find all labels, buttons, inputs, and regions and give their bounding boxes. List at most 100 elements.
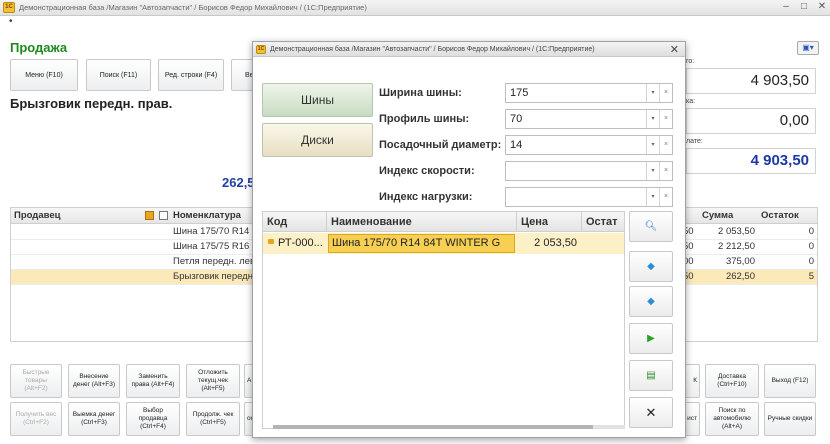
window-title: Демонстрационная база /Магазин "Автозапч… xyxy=(19,3,367,12)
col-stock[interactable]: Остат xyxy=(586,216,618,228)
row-stock: 0 xyxy=(808,226,814,237)
row-price: 2 053,50 xyxy=(534,237,577,249)
col-price[interactable]: Цена xyxy=(521,216,548,228)
rim-diameter-value: 14 xyxy=(510,139,523,151)
row-stock: 0 xyxy=(808,241,814,252)
row-name-cell[interactable]: Шина 175/70 R14 84T WINTER G xyxy=(328,234,515,253)
select-play-icon[interactable]: ▶ xyxy=(629,323,673,354)
dropdown-arrow-icon[interactable]: ▾ xyxy=(646,188,659,206)
page-title: Продажа xyxy=(10,40,68,55)
tire-width-label: Ширина шины: xyxy=(379,87,462,99)
move-down-icon[interactable]: ◆ xyxy=(629,286,673,317)
tire-results-table[interactable]: Код Наименование Цена Остат РТ-000... Ши… xyxy=(262,211,625,429)
row-code: РТ-000... xyxy=(278,237,323,249)
edit-row-button[interactable]: Ред. строки (F4) xyxy=(158,59,224,91)
delivery-button[interactable]: Доставка (Ctrl+F10) xyxy=(705,364,759,398)
scrollbar-thumb[interactable] xyxy=(273,425,593,429)
row-sum: 375,00 xyxy=(725,256,755,267)
load-index-field[interactable]: ▾ × xyxy=(505,187,673,207)
load-index-label: Индекс нагрузки: xyxy=(379,191,473,203)
manual-discounts-button[interactable]: Ручные скидки xyxy=(764,402,816,436)
clear-icon[interactable]: × xyxy=(659,188,672,206)
tire-width-value: 175 xyxy=(510,87,529,99)
speed-index-label: Индекс скорости: xyxy=(379,165,475,177)
tire-profile-field[interactable]: 70 ▾ × xyxy=(505,109,673,129)
discount-value: 0,00 xyxy=(686,108,816,134)
window-titlebar: 1С Демонстрационная база /Магазин "Автоз… xyxy=(0,0,830,16)
tire-profile-label: Профиль шины: xyxy=(379,113,470,125)
dropdown-arrow-icon[interactable]: ▾ xyxy=(646,136,659,154)
col-item[interactable]: Номенклатура xyxy=(173,210,241,221)
app-logo-icon: 1С xyxy=(3,2,15,13)
defer-check-button[interactable]: Отложить текущ.чек (Alt+F5) xyxy=(186,364,240,398)
dropdown-arrow-icon[interactable]: ▾ xyxy=(646,162,659,180)
get-weight-button[interactable]: Получить вес (Ctrl+F2) xyxy=(10,402,62,436)
maximize-icon[interactable]: □ xyxy=(798,1,810,13)
horizontal-scrollbar[interactable] xyxy=(273,425,625,429)
columns-icon xyxy=(159,211,168,220)
speed-index-field[interactable]: ▾ × xyxy=(505,161,673,181)
tire-width-field[interactable]: 175 ▾ × xyxy=(505,83,673,103)
search-button[interactable]: Поиск (F11) xyxy=(86,59,151,91)
row-name: Шина 175/70 R14 84T WINTER G xyxy=(332,237,501,249)
continue-check-button[interactable]: Продолж. чек (Ctrl+F5) xyxy=(186,402,240,436)
tires-category-button[interactable]: Шины xyxy=(262,83,373,117)
row-item: Петля передн. лев xyxy=(173,256,255,267)
search-by-car-button[interactable]: Поиск по автомобилю (Alt+A) xyxy=(705,402,759,436)
row-item: Шина 175/75 R16 1 xyxy=(173,241,258,252)
total-label: го: xyxy=(686,58,695,65)
search-icon[interactable]: 🔍︎ xyxy=(629,211,673,242)
rim-diameter-label: Посадочный диаметр: xyxy=(379,139,502,151)
dropdown-arrow-icon[interactable]: ▾ xyxy=(646,84,659,102)
clear-icon[interactable]: × xyxy=(659,84,672,102)
status-dot: • xyxy=(9,16,13,27)
menu-button[interactable]: Меню (F10) xyxy=(10,59,78,91)
dialog-title: Демонстрационная база /Магазин "Автозапч… xyxy=(270,45,595,53)
close-x-icon[interactable]: ✕ xyxy=(629,397,673,428)
current-product-name: Брызговик передн. прав. xyxy=(10,96,173,111)
col-seller[interactable]: Продавец xyxy=(14,210,60,221)
disks-category-button[interactable]: Диски xyxy=(262,123,373,157)
row-sum: 2 053,50 xyxy=(718,226,755,237)
col-name[interactable]: Наименование xyxy=(331,216,412,228)
clear-icon[interactable]: × xyxy=(659,136,672,154)
dropdown-arrow-icon[interactable]: ▾ xyxy=(646,110,659,128)
change-rights-button[interactable]: Заменить права (Alt+F4) xyxy=(126,364,180,398)
row-stock: 0 xyxy=(808,256,814,267)
row-sum: 262,50 xyxy=(725,271,755,282)
rim-diameter-field[interactable]: 14 ▾ × xyxy=(505,135,673,155)
current-product-price: 262,5 xyxy=(222,175,255,190)
cash-in-button[interactable]: Внесение денег (Alt+F3) xyxy=(68,364,120,398)
row-item: Шина 175/70 R14 8 xyxy=(173,226,258,237)
app-logo-icon: 1С xyxy=(256,44,266,54)
tire-selection-dialog[interactable]: 1С Демонстрационная база /Магазин "Автоз… xyxy=(252,41,686,438)
col-stock[interactable]: Остаток xyxy=(761,210,799,221)
discount-label: ка: xyxy=(686,98,696,105)
clear-icon[interactable]: × xyxy=(659,162,672,180)
table-row-selected[interactable]: РТ-000... Шина 175/70 R14 84T WINTER G 2… xyxy=(263,233,624,254)
col-code[interactable]: Код xyxy=(267,216,287,228)
move-up-icon[interactable]: ◆ xyxy=(629,251,673,282)
exit-button[interactable]: Выход (F12) xyxy=(764,364,816,398)
total-value: 4 903,50 xyxy=(686,68,816,94)
close-icon[interactable]: ✕ xyxy=(670,43,679,56)
row-pointer-icon xyxy=(268,239,274,244)
dialog-titlebar: 1С Демонстрационная база /Магазин "Автоз… xyxy=(253,42,685,57)
row-stock: 5 xyxy=(808,271,814,282)
clear-icon[interactable]: × xyxy=(659,110,672,128)
choose-seller-button[interactable]: Выбор продавца (Ctrl+F4) xyxy=(126,402,180,436)
cash-out-button[interactable]: Выемка денег (Ctrl+F3) xyxy=(68,402,120,436)
row-sum: 2 212,50 xyxy=(718,241,755,252)
printer-dropdown-icon[interactable]: ▣▾ xyxy=(797,41,819,55)
col-sum[interactable]: Сумма xyxy=(702,210,733,221)
quick-goods-button[interactable]: Быстрые товары (Alt+F2) xyxy=(10,364,62,398)
pay-label: лате: xyxy=(686,138,703,145)
row-item: Брызговик передн xyxy=(173,271,253,282)
close-icon[interactable]: ✕ xyxy=(816,1,828,13)
tire-results-header: Код Наименование Цена Остат xyxy=(263,212,624,232)
minimize-icon[interactable]: – xyxy=(780,1,792,13)
folder-icon xyxy=(145,211,154,220)
add-to-cart-icon[interactable]: ▤ xyxy=(629,360,673,391)
tire-profile-value: 70 xyxy=(510,113,523,125)
pay-value: 4 903,50 xyxy=(686,148,816,174)
